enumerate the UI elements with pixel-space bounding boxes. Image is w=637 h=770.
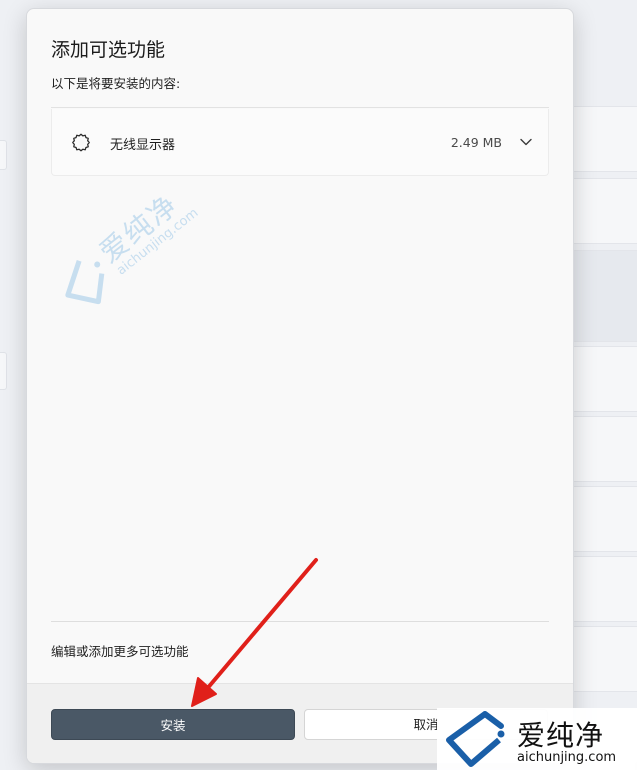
dialog-title: 添加可选功能 bbox=[51, 39, 166, 61]
watermark-logo: 爱纯净 aichunjing.com bbox=[437, 708, 637, 770]
background-row bbox=[566, 556, 637, 622]
chevron-down-icon[interactable] bbox=[518, 134, 534, 150]
install-button[interactable]: 安装 bbox=[51, 709, 295, 740]
dialog-subtitle: 以下是将要安装的内容: bbox=[51, 76, 181, 91]
background-left-edge bbox=[0, 140, 7, 170]
watermark-logo-en-text: aichunjing.com bbox=[517, 750, 617, 765]
puzzle-gear-icon bbox=[70, 132, 92, 154]
background-row bbox=[566, 486, 637, 552]
background-left-edge bbox=[0, 352, 7, 390]
bottom-divider bbox=[51, 621, 549, 622]
watermark-logo-cn-text: 爱纯净 bbox=[517, 719, 605, 752]
feature-item-wireless-display[interactable]: 无线显示器 2.49 MB bbox=[51, 109, 549, 176]
background-row bbox=[566, 626, 637, 692]
edit-more-optional-features-link[interactable]: 编辑或添加更多可选功能 bbox=[51, 641, 189, 660]
feature-name: 无线显示器 bbox=[110, 138, 176, 153]
background-row bbox=[566, 346, 637, 412]
background-row bbox=[566, 250, 637, 342]
add-optional-feature-dialog: 添加可选功能 以下是将要安装的内容: 无线显示器 2.49 MB 编辑或添加更多… bbox=[26, 8, 574, 764]
feature-size: 2.49 MB bbox=[450, 135, 502, 150]
top-divider bbox=[51, 107, 549, 108]
background-row bbox=[566, 416, 637, 482]
background-row bbox=[566, 106, 637, 172]
background-row bbox=[566, 178, 637, 244]
watermark-brand-icon bbox=[446, 711, 505, 767]
